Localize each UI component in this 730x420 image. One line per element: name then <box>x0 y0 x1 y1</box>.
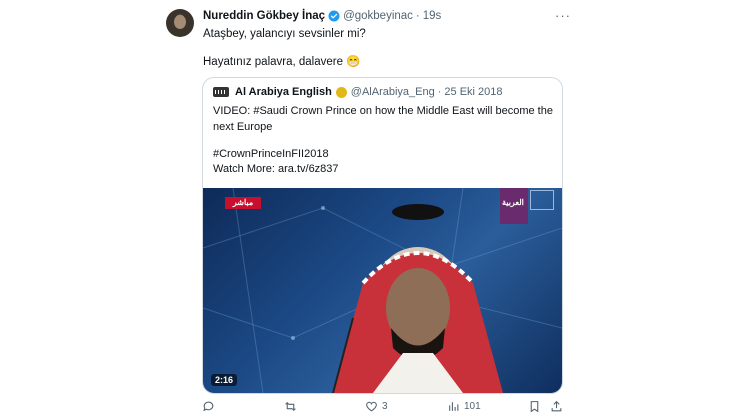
event-logo <box>530 190 554 210</box>
quoted-tweet[interactable]: Al Arabiya English @AlArabiya_Eng · 25 E… <box>202 77 563 394</box>
tweet-text-line-2: Hayatınız palavra, dalavere 😁 <box>203 56 361 68</box>
tweet-time[interactable]: 19s <box>423 10 442 22</box>
author-handle[interactable]: @gokbeyinac <box>343 10 413 22</box>
tweet-header: Nureddin Gökbey İnaç @gokbeyinac · 19s <box>203 10 441 22</box>
gold-verified-icon <box>335 86 347 98</box>
quoted-hashtag[interactable]: #CrownPrinceInFII2018 <box>213 148 329 160</box>
live-badge: مباشر <box>225 197 261 209</box>
quoted-tweet-header: Al Arabiya English @AlArabiya_Eng · 25 E… <box>213 86 503 98</box>
separator-dot: · <box>415 10 420 22</box>
quoted-text-line-1: VIDEO: #Saudi Crown Prince on how the Mi… <box>213 105 553 117</box>
share-icon <box>551 400 562 412</box>
separator-dot: · <box>437 86 442 98</box>
views-icon <box>449 402 459 411</box>
share-button[interactable] <box>550 400 563 413</box>
quoted-author-name: Al Arabiya English <box>235 86 332 98</box>
quoted-date: 25 Eki 2018 <box>444 86 503 98</box>
heart-icon <box>366 401 377 412</box>
video-duration: 2:16 <box>211 374 238 386</box>
bookmark-icon <box>530 401 539 413</box>
quoted-watch-more[interactable]: Watch More: ara.tv/6z837 <box>213 163 339 175</box>
bookmark-button[interactable] <box>528 400 541 413</box>
like-count: 3 <box>382 401 388 412</box>
more-options-icon[interactable]: ··· <box>555 8 571 23</box>
like-button[interactable]: 3 <box>365 400 388 413</box>
retweet-icon <box>285 401 296 412</box>
reply-button[interactable] <box>202 400 219 413</box>
verified-badge-icon <box>328 10 340 22</box>
quoted-author-handle: @AlArabiya_Eng <box>350 86 435 98</box>
retweet-button[interactable] <box>284 400 301 413</box>
tweet-action-bar: 3 101 <box>0 400 730 418</box>
quoted-text-line-2: next Europe <box>213 121 273 133</box>
quoted-author-avatar <box>213 87 229 97</box>
views-count: 101 <box>464 401 481 412</box>
tweet-text-line-1: Ataşbey, yalancıyı sevsinler mi? <box>203 28 366 40</box>
views-button[interactable]: 101 <box>447 400 481 413</box>
channel-logo-text: العربية <box>502 198 524 207</box>
author-avatar[interactable] <box>166 9 194 37</box>
author-name[interactable]: Nureddin Gökbey İnaç <box>203 10 325 22</box>
reply-icon <box>203 401 214 412</box>
video-player[interactable]: مباشر العربية 2:16 <box>203 188 562 393</box>
